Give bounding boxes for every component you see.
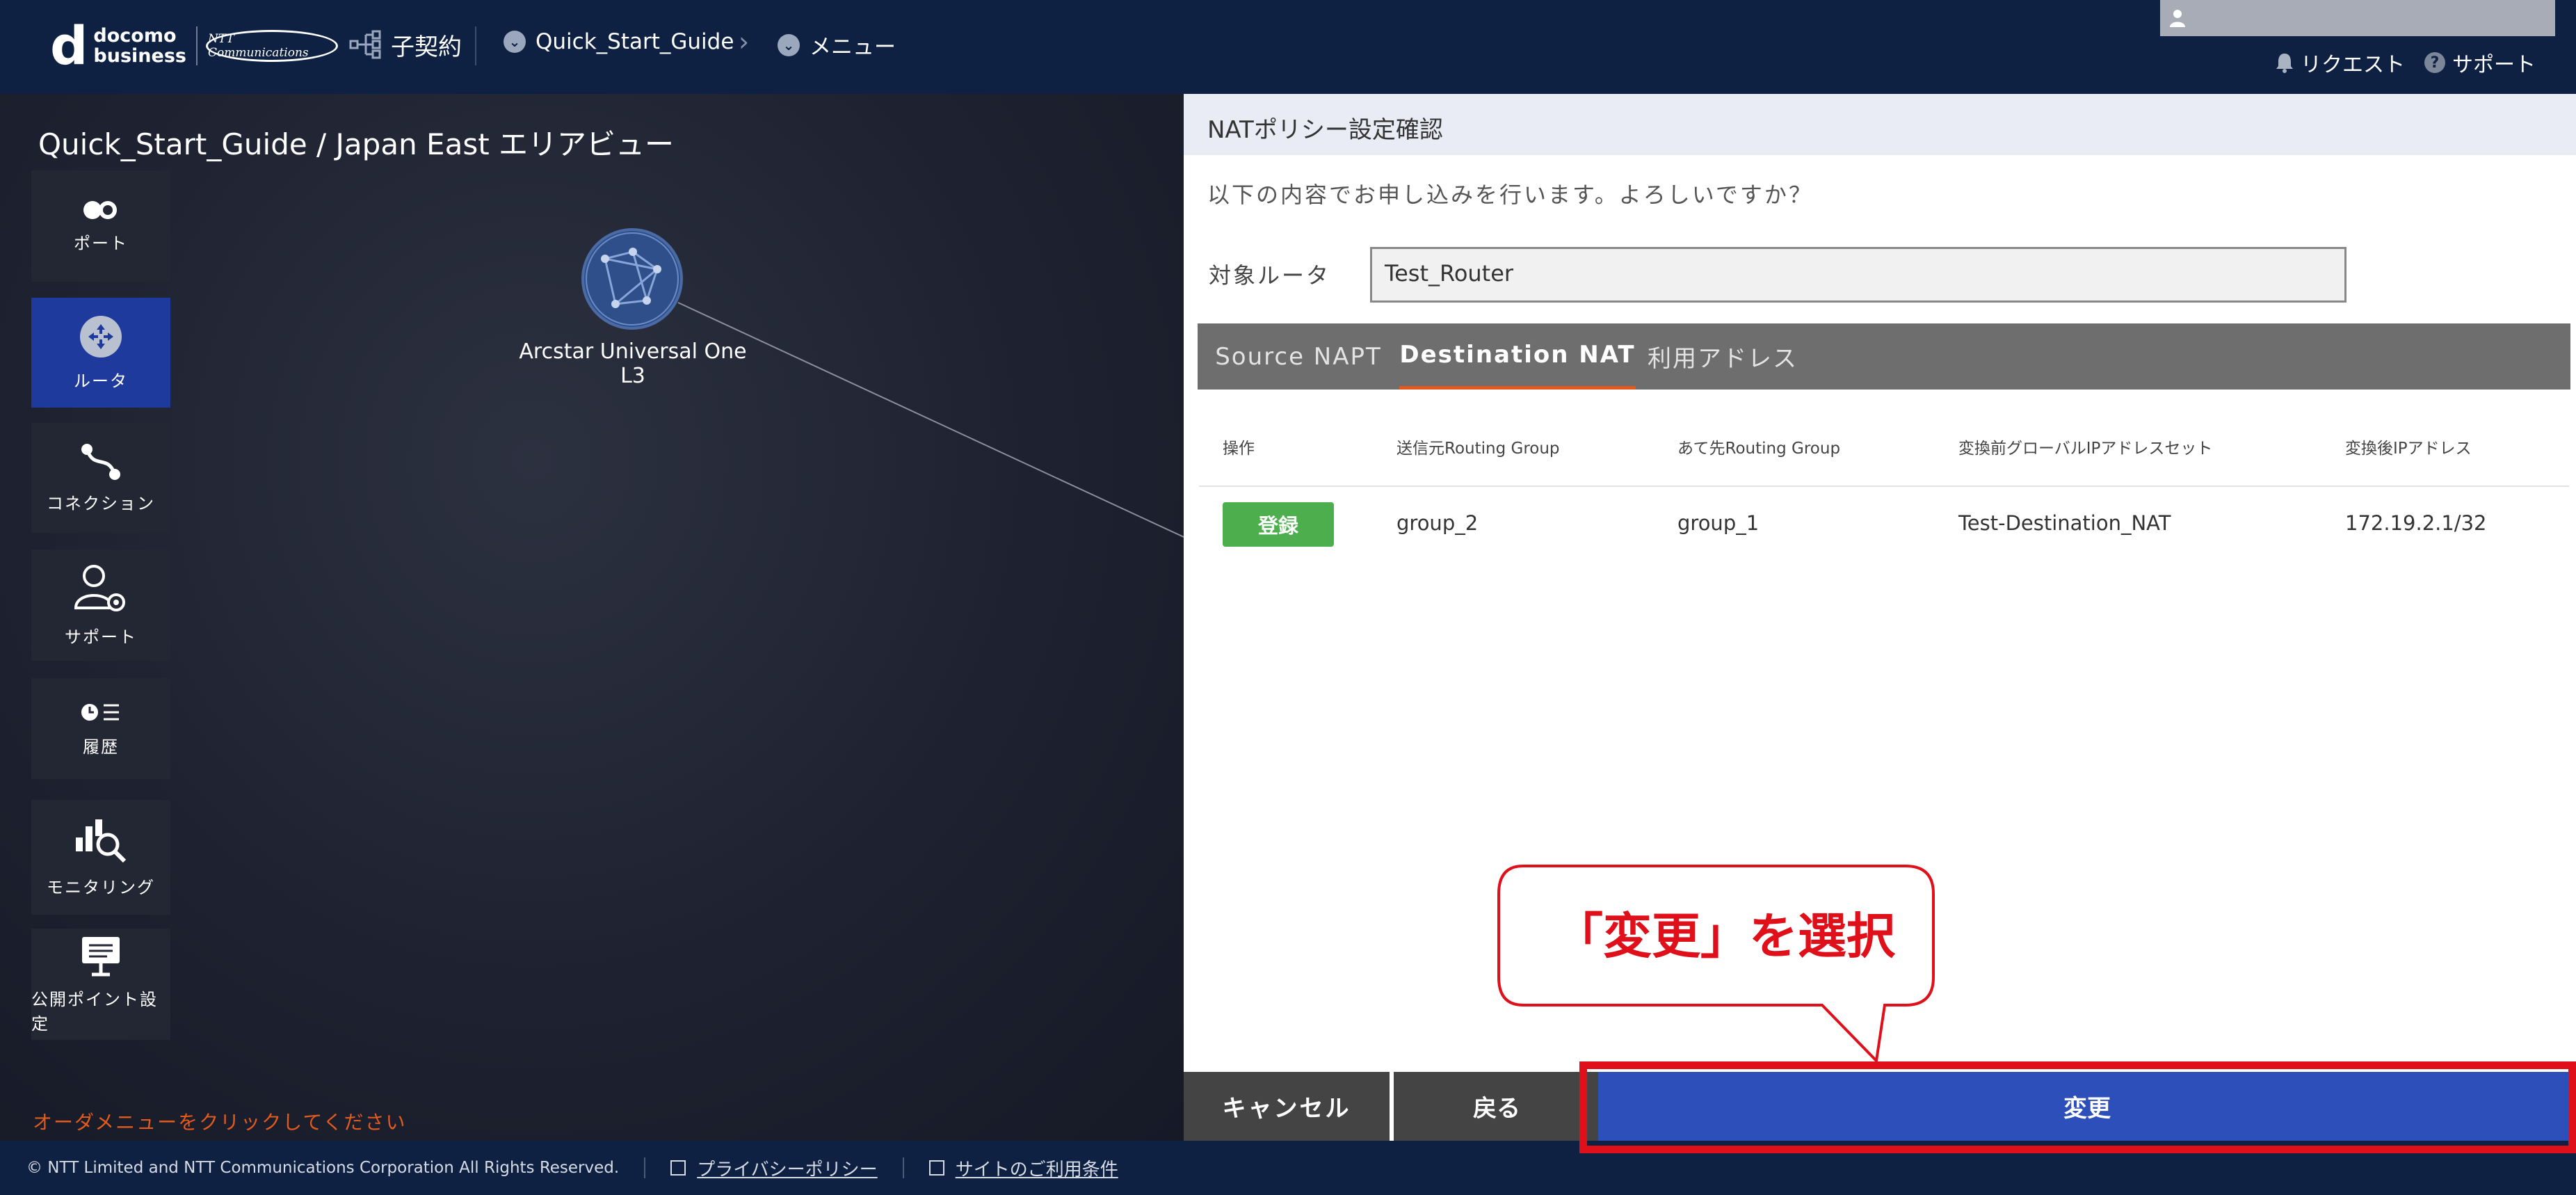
callout-text: 「変更」を選択 xyxy=(1554,908,1895,965)
terms-label: サイトのご利用条件 xyxy=(955,1159,1118,1180)
order-menu-hint: オーダメニューをクリックしてください xyxy=(33,1111,407,1134)
terms-link[interactable]: サイトのご利用条件 xyxy=(928,1155,1118,1181)
column-header-dst-group: あて先Routing Group xyxy=(1677,440,1841,458)
panel-title: NATポリシー設定確認 xyxy=(1184,94,2576,155)
confirm-message: 以下の内容でお申し込みを行います。よろしいですか？ xyxy=(1207,182,1813,208)
public-point-icon xyxy=(82,937,120,977)
back-button[interactable]: 戻る xyxy=(1394,1072,1600,1141)
globe-network-icon xyxy=(586,232,679,326)
tab-source-napt[interactable]: Source NAPT xyxy=(1198,323,1399,390)
table-cell-ip-set: Test-Destination_NAT xyxy=(1958,511,2171,535)
target-router-label: 対象ルータ xyxy=(1209,262,1331,289)
sidebar-item-support[interactable]: サポート xyxy=(31,550,170,661)
connection-icon xyxy=(81,443,120,480)
column-header-src-group: 送信元Routing Group xyxy=(1396,440,1560,458)
network-node-label: Arcstar Universal One L3 xyxy=(519,339,747,388)
column-header-ip-set: 変換前グローバルIPアドレスセット xyxy=(1958,440,2213,458)
sidebar-item-port[interactable]: ポート xyxy=(31,170,170,282)
external-link-icon xyxy=(928,1160,944,1176)
request-link[interactable]: リクエスト xyxy=(2276,47,2405,78)
sidebar-item-label: モニタリング xyxy=(47,878,155,897)
cancel-button[interactable]: キャンセル xyxy=(1184,1072,1390,1141)
sidebar-item-label: 履歴 xyxy=(83,737,119,757)
sidebar-item-connection[interactable]: コネクション xyxy=(31,423,170,533)
help-icon: ? xyxy=(2424,52,2445,73)
tab-used-address[interactable]: 利用アドレス xyxy=(1636,323,1810,390)
router-icon xyxy=(80,315,122,358)
connection-line xyxy=(677,302,1184,538)
tab-destination-nat[interactable]: Destination NAT xyxy=(1399,323,1636,390)
bell-icon xyxy=(2276,54,2293,73)
page-title: Quick_Start_Guide / Japan East エリアビュー xyxy=(38,127,675,161)
history-icon xyxy=(81,704,119,721)
sidebar-item-monitoring[interactable]: モニタリング xyxy=(31,800,170,915)
nat-tabs: Source NAPT Destination NAT 利用アドレス xyxy=(1198,323,2570,390)
register-badge: 登録 xyxy=(1223,502,1334,547)
support-label: サポート xyxy=(2452,53,2536,77)
network-node[interactable] xyxy=(581,228,683,330)
table-cell-ip-after: 172.19.2.1/32 xyxy=(2345,511,2487,535)
user-account-box[interactable] xyxy=(2160,0,2555,36)
user-icon xyxy=(2170,10,2185,27)
table-cell-dst-group: group_1 xyxy=(1677,511,1760,535)
sidebar-item-label: コネクション xyxy=(47,493,155,513)
table-cell-src-group: group_2 xyxy=(1396,511,1479,535)
port-icon xyxy=(83,200,117,219)
target-router-field: Test_Router xyxy=(1370,247,2346,303)
request-label: リクエスト xyxy=(2301,53,2405,77)
monitoring-icon xyxy=(76,819,127,863)
sidebar-item-public-point[interactable]: 公開ポイント設定 xyxy=(31,929,170,1040)
sidebar-item-label: 公開ポイント設定 xyxy=(31,990,158,1034)
external-link-icon xyxy=(670,1160,686,1176)
sidebar-item-history[interactable]: 履歴 xyxy=(31,678,170,779)
privacy-policy-link[interactable]: プライバシーポリシー xyxy=(670,1155,878,1181)
support-link[interactable]: ? サポート xyxy=(2424,47,2536,78)
support-user-icon xyxy=(74,564,125,611)
column-header-ip-after: 変換後IPアドレス xyxy=(2345,440,2472,458)
column-header-action: 操作 xyxy=(1223,440,1255,458)
highlight-box xyxy=(1579,1061,2576,1153)
copyright-text: © NTT Limited and NTT Communications Cor… xyxy=(26,1159,620,1177)
sidebar-item-label: サポート xyxy=(65,627,137,647)
sidebar-item-label: ポート xyxy=(74,233,128,253)
privacy-policy-label: プライバシーポリシー xyxy=(697,1159,878,1180)
sidebar-item-label: ルータ xyxy=(74,371,128,391)
sidebar-item-router[interactable]: ルータ xyxy=(31,298,170,408)
